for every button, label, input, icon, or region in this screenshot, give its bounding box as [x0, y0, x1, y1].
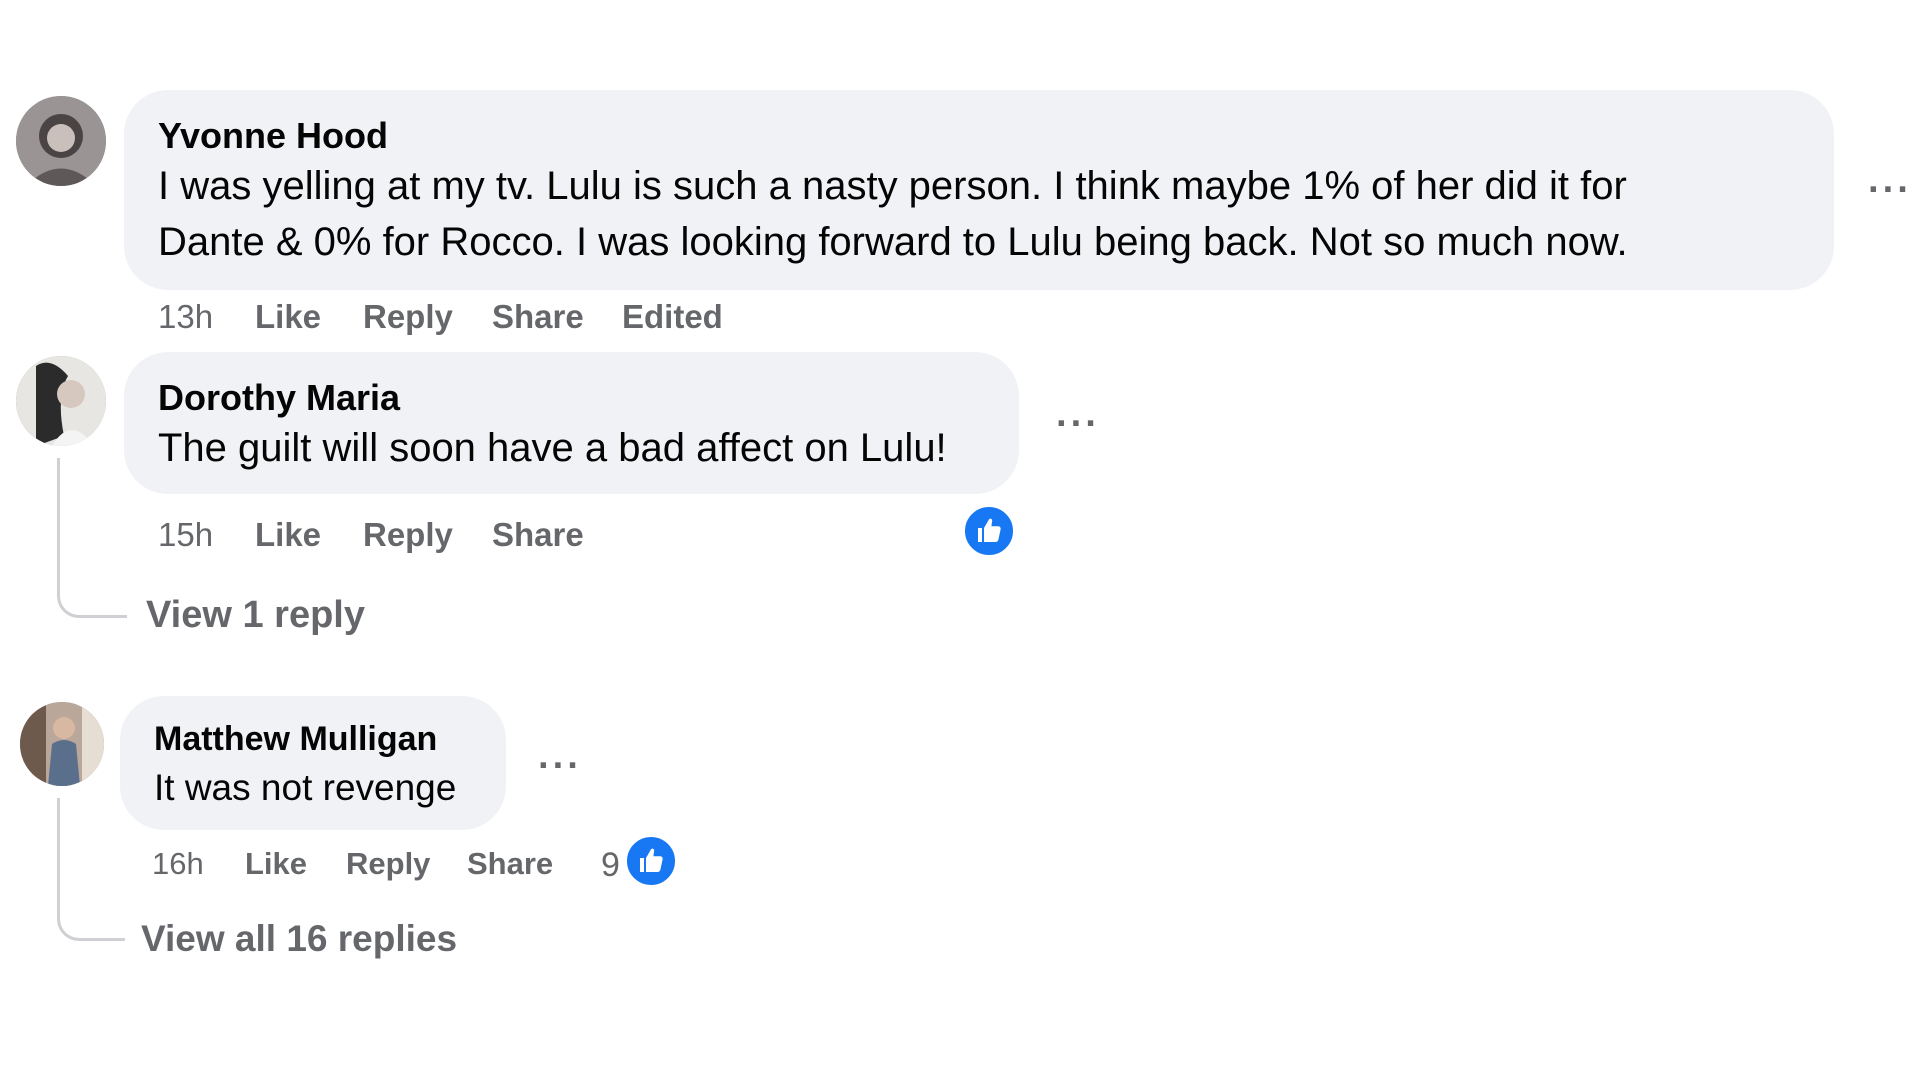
share-button[interactable]: Share — [467, 846, 553, 882]
thread-connector — [57, 798, 125, 941]
reply-button[interactable]: Reply — [346, 846, 430, 882]
avatar[interactable] — [20, 702, 104, 786]
like-button[interactable]: Like — [245, 846, 307, 882]
thread-connector — [57, 458, 127, 618]
comment-text: It was not revenge — [154, 767, 457, 808]
thumbs-up-icon — [978, 518, 1001, 542]
comment-timestamp[interactable]: 13h — [158, 298, 213, 336]
reaction-count[interactable]: 9 — [601, 846, 620, 885]
reply-button[interactable]: Reply — [363, 298, 453, 336]
comment-author[interactable]: Matthew Mulligan — [154, 720, 437, 759]
like-button[interactable]: Like — [255, 516, 321, 554]
comment-timestamp[interactable]: 16h — [152, 846, 204, 882]
more-options-icon[interactable]: ··· — [1868, 171, 1912, 209]
comment-timestamp[interactable]: 15h — [158, 516, 213, 554]
more-options-icon[interactable]: ··· — [1056, 405, 1100, 443]
like-button[interactable]: Like — [255, 298, 321, 336]
comment-text: Dante & 0% for Rocco. I was looking forw… — [158, 220, 1628, 264]
thumbs-up-icon — [640, 848, 663, 872]
edited-label[interactable]: Edited — [622, 298, 723, 336]
like-reaction-icon[interactable] — [962, 504, 1016, 558]
avatar[interactable] — [16, 356, 106, 446]
comments-section: Yvonne Hood I was yelling at my tv. Lulu… — [0, 0, 1920, 1080]
view-replies-link[interactable]: View 1 reply — [146, 594, 365, 637]
like-reaction-icon[interactable] — [624, 834, 678, 888]
comment-author[interactable]: Dorothy Maria — [158, 377, 400, 419]
more-options-icon[interactable]: ··· — [538, 747, 582, 785]
avatar[interactable] — [16, 96, 106, 186]
profile-photo — [16, 96, 106, 186]
profile-photo — [16, 356, 106, 446]
comment-author[interactable]: Yvonne Hood — [158, 115, 388, 157]
view-replies-link[interactable]: View all 16 replies — [141, 918, 457, 960]
share-button[interactable]: Share — [492, 516, 584, 554]
reply-button[interactable]: Reply — [363, 516, 453, 554]
comment-text: The guilt will soon have a bad affect on… — [158, 426, 947, 470]
share-button[interactable]: Share — [492, 298, 584, 336]
comment-text: I was yelling at my tv. Lulu is such a n… — [158, 164, 1627, 208]
profile-photo — [20, 702, 104, 786]
